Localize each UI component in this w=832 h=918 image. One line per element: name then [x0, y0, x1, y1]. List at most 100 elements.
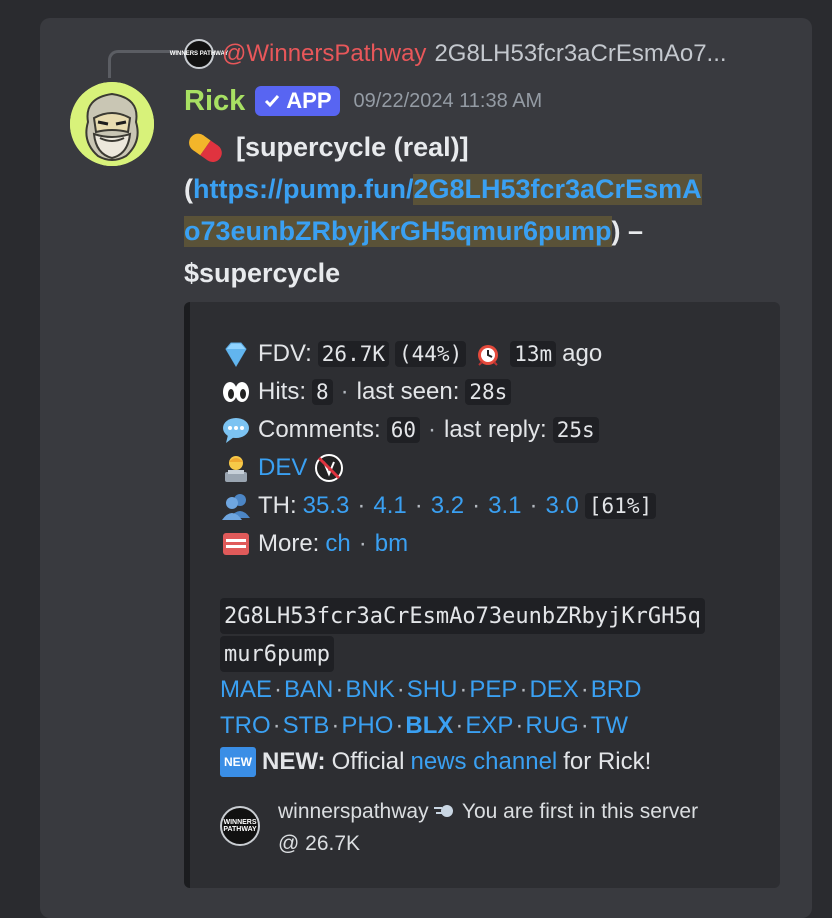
paren-open: ( [184, 173, 193, 204]
message-header: Rick APP 09/22/2024 11:38 AM [184, 84, 542, 118]
separator: · [274, 676, 283, 703]
more-label: More: [258, 530, 320, 557]
th-value[interactable]: 3.1 [488, 492, 521, 520]
quick-link[interactable]: MAE [220, 676, 272, 704]
separator: · [529, 492, 538, 519]
footer-text: winnerspathway You are first in this ser… [278, 796, 768, 860]
news-text-end: for Rick! [563, 748, 652, 775]
age-suffix: ago [562, 340, 603, 367]
th-total: [61%] [584, 493, 657, 519]
separator: · [357, 492, 366, 519]
comments-label: Comments: [258, 416, 381, 443]
quick-link[interactable]: RUG [525, 712, 578, 740]
footer-avatar-text: WINNERS PATHWAY [223, 819, 257, 833]
checkmark-icon [265, 95, 280, 108]
embed-footer: WINNERS PATHWAY winnerspathway You are f… [220, 796, 760, 856]
pump-link-highlighted-2[interactable]: o73eunbZRbyjKrGH5qmur6pump [184, 215, 612, 247]
quick-link[interactable]: BAN [284, 676, 333, 704]
news-text: Official [331, 748, 405, 775]
pump-link-prefix[interactable]: https://pump.fun/ [193, 174, 413, 205]
news-label: NEW: [262, 748, 326, 775]
quick-link[interactable]: BRD [591, 676, 642, 704]
message-link-line-2: o73eunbZRbyjKrGH5qmur6pump ) – [184, 210, 784, 252]
quick-link[interactable]: STB [283, 712, 330, 740]
age-value: 13m [510, 341, 557, 367]
hits-value: 8 [312, 379, 333, 405]
comments-row: Comments: 60 · last reply: 25s [220, 412, 599, 448]
quick-link[interactable]: TW [591, 712, 628, 740]
speech-bubble-icon [223, 418, 249, 443]
message-timestamp[interactable]: 09/22/2024 11:38 AM [354, 90, 543, 113]
quick-link-active[interactable]: BLX [405, 712, 453, 740]
quick-link[interactable]: PEP [469, 676, 517, 704]
contract-address-line-2[interactable]: mur6pump [220, 636, 334, 672]
replied-username[interactable]: @WinnersPathway [222, 40, 426, 68]
last-reply-value: 25s [552, 417, 599, 443]
eyes-icon [223, 382, 249, 402]
footer-avatar: WINNERS PATHWAY [220, 806, 260, 846]
last-seen-value: 28s [465, 379, 512, 405]
contract-address-line-1[interactable]: 2G8LH53fcr3aCrEsmAo73eunbZRbyjKrGH5q [220, 598, 705, 634]
th-value[interactable]: 3.2 [431, 492, 464, 520]
app-badge: APP [255, 86, 340, 116]
quick-link[interactable]: PHO [341, 712, 393, 740]
separator: · [580, 676, 589, 703]
footer-username: winnerspathway [278, 800, 429, 823]
quick-link[interactable]: TRO [220, 712, 271, 740]
paren-close: ) – [611, 215, 644, 246]
embed-card: FDV: 26.7K (44%) 13m ago Hits: 8 · last … [184, 302, 780, 888]
quick-link[interactable]: EXP [465, 712, 513, 740]
quick-link[interactable]: SHU [407, 676, 458, 704]
links-row-1: MAE · BAN · BNK · SHU · PEP · DEX · BRD [220, 672, 641, 708]
separator: · [580, 712, 589, 739]
separator: · [395, 712, 404, 739]
replied-user-avatar[interactable]: WINNERS PATHWAY [170, 39, 228, 69]
message-title: [supercycle (real)] [236, 131, 469, 162]
bearded-man-avatar-icon [70, 82, 154, 166]
th-row: TH: 35.3 · 4.1 · 3.2 · 3.1 · 3.0 [61%] [220, 488, 657, 524]
fdv-value: 26.7K [317, 341, 389, 367]
quick-link[interactable]: BNK [345, 676, 394, 704]
comments-value: 60 [386, 417, 420, 443]
reply-preview[interactable]: WINNERS PATHWAY @WinnersPathway 2G8LH53f… [170, 37, 727, 71]
hits-label: Hits: [258, 378, 306, 405]
separator: · [515, 712, 524, 739]
footer-fdv: @ 26.7K [278, 832, 361, 855]
more-link-bm[interactable]: bm [375, 530, 408, 558]
separator: · [340, 378, 349, 405]
separator: · [335, 676, 344, 703]
author-avatar[interactable] [70, 82, 154, 166]
bank-icon [223, 533, 249, 555]
author-username[interactable]: Rick [184, 85, 245, 118]
pump-link-highlighted-1[interactable]: 2G8LH53fcr3aCrEsmA [413, 173, 702, 205]
separator: · [519, 676, 528, 703]
news-channel-link[interactable]: news channel [410, 748, 557, 776]
new-badge-icon: NEW [220, 747, 256, 777]
hits-row: Hits: 8 · last seen: 28s [220, 374, 512, 410]
message-content: [supercycle (real)] ( https://pump.fun/2… [184, 126, 784, 294]
separator: · [455, 712, 464, 739]
replied-avatar-text: WINNERS PATHWAY [169, 51, 229, 57]
gem-icon [225, 342, 247, 367]
quick-link[interactable]: DEX [529, 676, 578, 704]
replied-message-preview[interactable]: 2G8LH53fcr3aCrEsmAo7... [434, 40, 726, 68]
separator: · [358, 530, 367, 557]
alarm-clock-icon [478, 345, 499, 366]
dev-link[interactable]: DEV [258, 454, 307, 482]
th-label: TH: [258, 492, 297, 519]
technologist-icon [225, 456, 247, 482]
separator: · [472, 492, 481, 519]
last-reply-label: last reply: [444, 416, 547, 443]
no-mint-icon [315, 454, 344, 482]
separator: · [272, 712, 281, 739]
th-value[interactable]: 35.3 [303, 492, 350, 520]
separator: · [396, 676, 405, 703]
th-value[interactable]: 3.0 [546, 492, 579, 520]
message-link-line: ( https://pump.fun/2G8LH53fcr3aCrEsmA [184, 168, 784, 210]
separator: · [414, 492, 423, 519]
dash-icon [434, 805, 454, 817]
more-link-ch[interactable]: ch [325, 530, 350, 558]
separator: · [331, 712, 340, 739]
separator: · [459, 676, 468, 703]
th-value[interactable]: 4.1 [373, 492, 406, 520]
